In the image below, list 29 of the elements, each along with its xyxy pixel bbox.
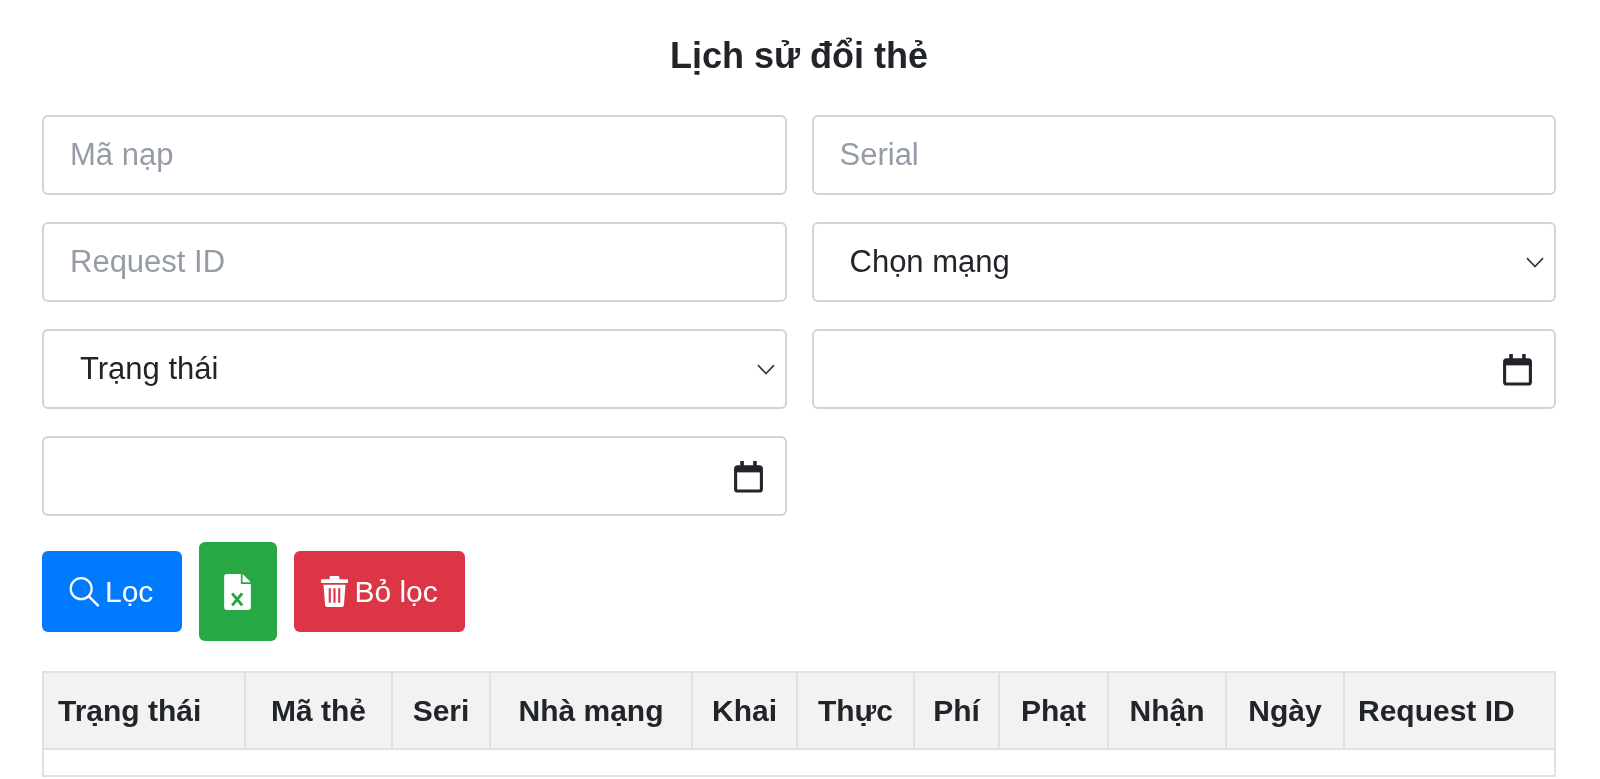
calendar-icon[interactable] [732, 459, 764, 493]
clear-filter-button[interactable]: Bỏ lọc [294, 551, 465, 632]
column-header: Khai [692, 672, 797, 749]
column-header: Nhận [1108, 672, 1226, 749]
column-header: Request ID [1344, 672, 1555, 749]
trash-icon [321, 576, 349, 607]
search-icon [69, 576, 99, 607]
export-button[interactable] [199, 542, 278, 641]
column-header: Phí [914, 672, 999, 749]
column-header: Seri [392, 672, 490, 749]
input-field[interactable]: Mã nạp [42, 115, 787, 195]
column-header: Trạng thái [43, 672, 245, 749]
dropdown-select[interactable]: Chọn mạng [811, 222, 1556, 302]
spreadsheet-file-icon [224, 573, 252, 610]
chevron-down-icon [1526, 256, 1544, 268]
column-header: Ngày [1226, 672, 1344, 749]
dropdown-select[interactable]: Trạng thái [42, 329, 787, 409]
column-header: Mã thẻ [245, 672, 392, 749]
date-field[interactable] [811, 329, 1556, 409]
column-header: Phạt [999, 672, 1108, 749]
column-header: Nhà mạng [490, 672, 692, 749]
calendar-icon[interactable] [1502, 352, 1533, 386]
input-field[interactable]: Request ID [42, 222, 787, 302]
chevron-down-icon [756, 363, 775, 375]
column-header: Thực [797, 672, 914, 749]
page-title: Lịch sử đổi thẻ [668, 36, 930, 76]
input-field[interactable]: Serial [811, 115, 1556, 195]
date-field[interactable] [42, 436, 787, 516]
filter-button[interactable]: Lọc [42, 551, 183, 632]
